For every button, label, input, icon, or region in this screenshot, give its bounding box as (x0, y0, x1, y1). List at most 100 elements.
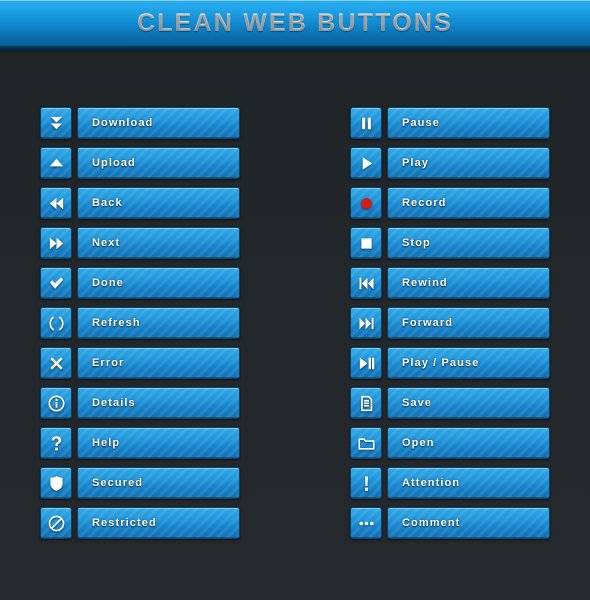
pause-icon (357, 114, 376, 133)
cross-icon (47, 354, 66, 373)
icon-button-details[interactable] (40, 387, 72, 419)
button-row-play: Play (350, 147, 550, 179)
label-button-pause[interactable]: Pause (387, 107, 550, 139)
info-circle-icon (47, 394, 66, 413)
button-row-stop: Stop (350, 227, 550, 259)
label-button-error[interactable]: Error (77, 347, 240, 379)
label-button-back[interactable]: Back (77, 187, 240, 219)
button-label: Play / Pause (402, 357, 480, 369)
icon-button-next[interactable] (40, 227, 72, 259)
play-icon (357, 154, 376, 173)
label-button-next[interactable]: Next (77, 227, 240, 259)
document-save-icon (357, 394, 376, 413)
label-button-forward[interactable]: Forward (387, 307, 550, 339)
label-button-stop[interactable]: Stop (387, 227, 550, 259)
label-button-attention[interactable]: Attention (387, 467, 550, 499)
label-button-play[interactable]: Play (387, 147, 550, 179)
button-row-pause: Pause (350, 107, 550, 139)
label-button-rewind[interactable]: Rewind (387, 267, 550, 299)
upload-triangle-icon (47, 154, 66, 173)
question-mark-icon (47, 434, 66, 453)
label-button-save[interactable]: Save (387, 387, 550, 419)
icon-button-forward[interactable] (350, 307, 382, 339)
label-button-record[interactable]: Record (387, 187, 550, 219)
button-row-secured: Secured (40, 467, 240, 499)
button-label: Refresh (92, 317, 141, 329)
button-row-done: Done (40, 267, 240, 299)
button-label: Next (92, 237, 121, 249)
button-label: Done (92, 277, 124, 289)
icon-button-open[interactable] (350, 427, 382, 459)
button-row-help: Help (40, 427, 240, 459)
stop-icon (357, 234, 376, 253)
label-button-details[interactable]: Details (77, 387, 240, 419)
button-row-upload: Upload (40, 147, 240, 179)
button-row-play-pause: Play / Pause (350, 347, 550, 379)
label-button-refresh[interactable]: Refresh (77, 307, 240, 339)
label-button-done[interactable]: Done (77, 267, 240, 299)
fast-forward-icon (357, 314, 376, 333)
button-label: Error (92, 357, 125, 369)
button-label: Rewind (402, 277, 448, 289)
icon-button-rewind[interactable] (350, 267, 382, 299)
icon-button-help[interactable] (40, 427, 72, 459)
label-button-upload[interactable]: Upload (77, 147, 240, 179)
label-button-secured[interactable]: Secured (77, 467, 240, 499)
button-label: Details (92, 397, 136, 409)
icon-button-pause[interactable] (350, 107, 382, 139)
button-row-restricted: Restricted (40, 507, 240, 539)
refresh-arrows-icon (47, 314, 66, 333)
icon-button-record[interactable] (350, 187, 382, 219)
icon-button-done[interactable] (40, 267, 72, 299)
icon-button-play-pause[interactable] (350, 347, 382, 379)
icon-button-attention[interactable] (350, 467, 382, 499)
label-button-restricted[interactable]: Restricted (77, 507, 240, 539)
label-button-download[interactable]: Download (77, 107, 240, 139)
icon-button-save[interactable] (350, 387, 382, 419)
download-double-arrow-icon (47, 114, 66, 133)
label-button-comment[interactable]: Comment (387, 507, 550, 539)
record-icon (357, 194, 376, 213)
right-column: Pause Play Record Stop Rewind Forward Play / P… (350, 107, 550, 547)
icon-button-error[interactable] (40, 347, 72, 379)
button-row-error: Error (40, 347, 240, 379)
shield-icon (47, 474, 66, 493)
button-row-comment: Comment (350, 507, 550, 539)
icon-button-back[interactable] (40, 187, 72, 219)
icon-button-restricted[interactable] (40, 507, 72, 539)
button-label: Pause (402, 117, 440, 129)
icon-button-stop[interactable] (350, 227, 382, 259)
button-label: Record (402, 197, 447, 209)
back-double-arrow-icon (47, 194, 66, 213)
button-label: Open (402, 437, 435, 449)
icon-button-upload[interactable] (40, 147, 72, 179)
icon-button-comment[interactable] (350, 507, 382, 539)
button-row-back: Back (40, 187, 240, 219)
button-row-details: Details (40, 387, 240, 419)
button-label: Save (402, 397, 433, 409)
label-button-open[interactable]: Open (387, 427, 550, 459)
icon-button-play[interactable] (350, 147, 382, 179)
button-label: Restricted (92, 517, 157, 529)
button-label: Stop (402, 237, 431, 249)
next-double-arrow-icon (47, 234, 66, 253)
button-label: Download (92, 117, 154, 129)
label-button-help[interactable]: Help (77, 427, 240, 459)
label-button-play-pause[interactable]: Play / Pause (387, 347, 550, 379)
checkmark-icon (47, 274, 66, 293)
button-row-rewind: Rewind (350, 267, 550, 299)
ellipsis-comment-icon (357, 514, 376, 533)
rewind-icon (357, 274, 376, 293)
button-row-open: Open (350, 427, 550, 459)
button-row-save: Save (350, 387, 550, 419)
button-label: Help (92, 437, 121, 449)
button-columns: Download Upload Back Next Done Refresh Error De… (0, 52, 590, 600)
no-entry-icon (47, 514, 66, 533)
left-column: Download Upload Back Next Done Refresh Error De… (40, 107, 240, 547)
button-label: Secured (92, 477, 144, 489)
page-header: CLEAN WEB BUTTONS (0, 0, 590, 52)
icon-button-secured[interactable] (40, 467, 72, 499)
folder-open-icon (357, 434, 376, 453)
icon-button-refresh[interactable] (40, 307, 72, 339)
icon-button-download[interactable] (40, 107, 72, 139)
